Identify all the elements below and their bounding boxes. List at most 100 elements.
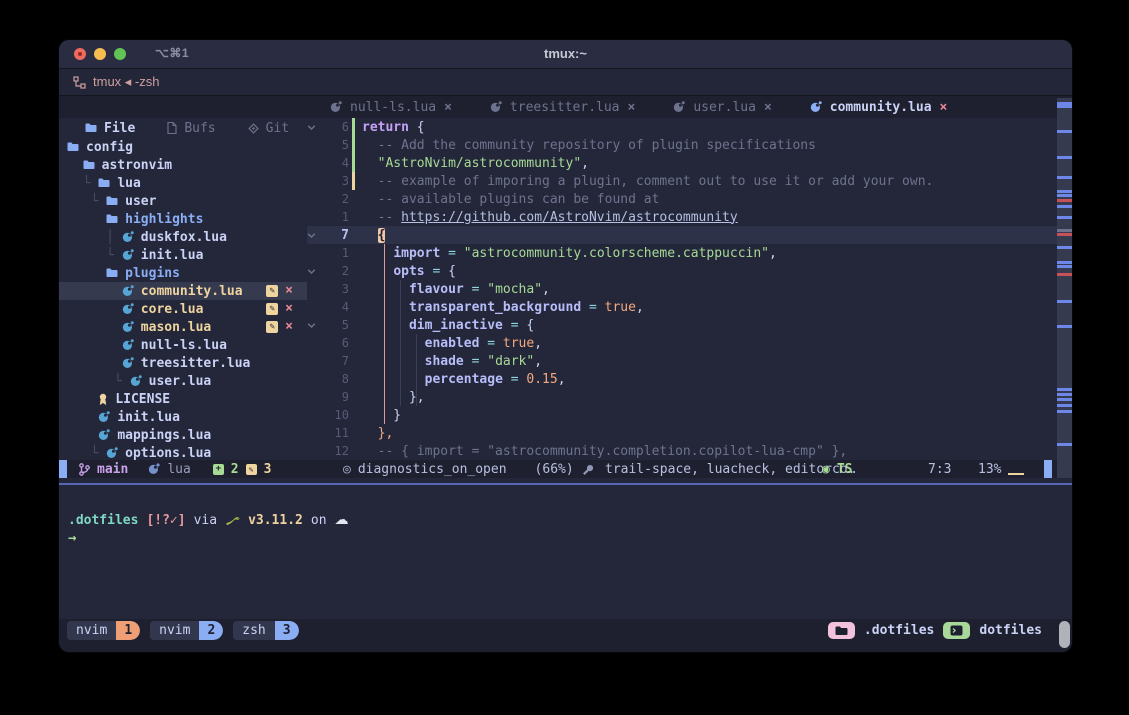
code-text: { [357,228,385,243]
prompt-git-status: [!?✓] [146,513,185,528]
buffer-tab-user.lua[interactable]: user.lua× [654,96,790,118]
fold-icon[interactable] [307,232,323,239]
code-line[interactable]: 2 opts = { [307,262,1057,280]
tree-item-init.lua[interactable]: init.lua [59,408,307,426]
code-text: } [357,408,401,423]
fold-icon[interactable] [307,268,323,275]
lua-icon [98,429,110,441]
editor-scrollbar[interactable] [1057,98,1072,478]
sidebar-tab-file[interactable]: File [71,118,149,138]
statusline-left: main lua + 2 ✎ 3 [79,460,271,478]
code-line[interactable]: 3 flavour = "mocha", [307,280,1057,298]
tree-item-label: astronvim [102,158,172,173]
code-line[interactable]: 2 -- available plugins can be found at [307,190,1057,208]
folder-icon [98,178,110,188]
code-text: -- Add the community repository of plugi… [357,138,816,153]
tree-item-LICENSE[interactable]: LICENSE [59,390,307,408]
tmux-windows: nvim1 nvim2 zsh3 [67,621,299,640]
git-sign [349,244,357,262]
tree-item-mappings.lua[interactable]: mappings.lua [59,426,307,444]
scrollbar-thumb[interactable] [1059,621,1070,648]
code-text: -- https://github.com/AstroNvim/astrocom… [357,210,738,225]
tab-close-icon[interactable]: × [764,100,772,115]
tree-item-user[interactable]: └ user [59,192,307,210]
code-line[interactable]: 8 percentage = 0.15, [307,370,1057,388]
code-line[interactable]: 1 -- https://github.com/AstroNvim/astroc… [307,208,1057,226]
ruler-indicator [1008,473,1024,475]
scrollbar-mark [1057,233,1072,236]
code-line[interactable]: 1 import = "astrocommunity.colorscheme.c… [307,244,1057,262]
folder-icon [67,142,79,152]
unsaved-close-icon[interactable]: × [285,303,293,315]
fold-icon[interactable] [307,322,323,329]
statusline-diagnostics: ◎ diagnostics_on_open (66%) [343,460,593,478]
code-line[interactable]: 5 dim_inactive = { [307,316,1057,334]
tmux-window-nvim-1[interactable]: nvim1 [67,621,140,640]
cursor-position: 7:3 [928,460,951,478]
tree-item-mason.lua[interactable]: mason.lua✎× [59,318,307,336]
line-number: 5 [323,318,349,332]
code-line[interactable]: 6return { [307,118,1057,136]
code-line[interactable]: 9 }, [307,388,1057,406]
code-line[interactable]: 4 transparent_background = true, [307,298,1057,316]
line-number: 8 [323,372,349,386]
sidebar-tab-git[interactable]: Git [234,118,303,138]
tree-item-config[interactable]: config [59,138,307,156]
code-line[interactable]: 10 } [307,406,1057,424]
git-added-icon: + [213,464,224,475]
shell-pane[interactable]: .dotfiles [!?✓] via v3.11.2 on ☁ → [59,485,1072,619]
code-line[interactable]: 7 shade = "dark", [307,352,1057,370]
tmux-window-zsh-3[interactable]: zsh3 [233,621,298,640]
buffer-tab-treesitter.lua[interactable]: treesitter.lua × [471,96,654,118]
diamond-icon [248,123,259,134]
unsaved-close-icon[interactable]: × [285,285,293,297]
buffer-tab-community.lua[interactable]: community.lua× [791,96,967,118]
sidebar-tab-bufs[interactable]: Bufs [153,118,229,138]
unsaved-close-icon[interactable]: × [285,321,293,333]
tree-item-core.lua[interactable]: core.lua✎× [59,300,307,318]
tree-item-init.lua[interactable]: └ init.lua [59,246,307,264]
diagnostics-icon: ◎ [343,462,351,477]
tree-item-user.lua[interactable]: └ user.lua [59,372,307,390]
statusline-linters: trail-space, luacheck, editorco… [605,460,855,478]
code-line[interactable]: 7 { [307,226,1057,244]
scroll-percent: 13% [978,460,1001,478]
tree-item-treesitter.lua[interactable]: treesitter.lua [59,354,307,372]
tab-close-icon[interactable]: × [444,100,452,115]
tree-item-null-ls.lua[interactable]: null-ls.lua [59,336,307,354]
scrollbar-mark [1057,156,1072,159]
tree-item-astronvim[interactable]: astronvim [59,156,307,174]
lua-icon [122,285,134,297]
buffer-tab-null-ls.lua[interactable]: null-ls.lua× [311,96,471,118]
scrollbar-mark [1057,398,1072,401]
code-line[interactable]: 4 "AstroNvim/astrocommunity", [307,154,1057,172]
tree-item-community.lua[interactable]: community.lua✎× [59,282,307,300]
modified-badge-icon: ✎ [266,303,278,315]
terminal-tab-label[interactable]: tmux ◂ -zsh [93,74,159,90]
treesitter-label: TS [837,462,853,477]
code-text: opts = { [357,264,456,279]
code-line[interactable]: 5 -- Add the community repository of plu… [307,136,1057,154]
git-sign [349,280,357,298]
tree-item-duskfox.lua[interactable]: │ duskfox.lua [59,228,307,246]
tab-close-icon[interactable]: × [628,100,636,115]
code-editor[interactable]: 6return {5 -- Add the community reposito… [307,118,1057,460]
code-line[interactable]: 11 }, [307,424,1057,442]
tree-item-highlights[interactable]: highlights [59,210,307,228]
scrollbar-mark [1057,261,1072,264]
statusline: main lua + 2 ✎ 3 ◎ diagnostics_on_open [59,460,1057,478]
tree-item-lua[interactable]: └ lua [59,174,307,192]
code-line[interactable]: 3 -- example of imporing a plugin, comme… [307,172,1057,190]
buffer-tab-label: treesitter.lua [510,100,620,115]
window-title: tmux:~ [59,46,1072,61]
code-line[interactable]: 6 enabled = true, [307,334,1057,352]
tab-close-icon[interactable]: × [940,100,948,115]
code-line[interactable]: 12 -- { import = "astrocommunity.complet… [307,442,1057,460]
git-sign [349,190,357,208]
tmux-window-index: 1 [116,621,140,640]
tmux-window-nvim-2[interactable]: nvim2 [150,621,223,640]
code-text: return { [357,120,425,135]
bufferline: null-ls.lua×treesitter.lua×user.lua×comm… [59,96,1072,118]
tree-item-plugins[interactable]: plugins [59,264,307,282]
fold-icon[interactable] [307,124,323,131]
